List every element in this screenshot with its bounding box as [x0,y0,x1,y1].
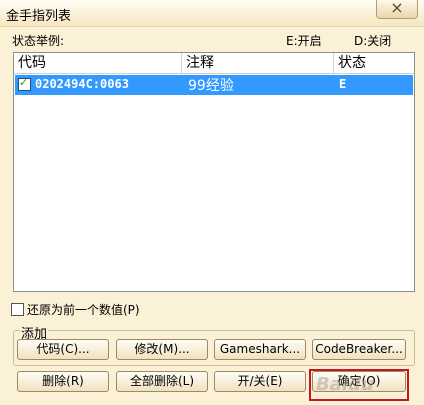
close-button[interactable]: × [376,0,418,19]
delete-all-button[interactable]: 全部删除(L) [116,371,208,392]
window-title: 金手指列表 [6,9,72,24]
row-comment: 99经验 [188,78,234,94]
row-checkbox[interactable] [18,76,31,91]
row-code: 0202494C:0063 [35,77,129,91]
restore-checkbox-label: 还原为前一个数值(P) [27,303,140,317]
close-icon: × [390,0,404,17]
delete-button[interactable]: 删除(R) [17,371,109,392]
status-legend-label: 状态举例: [12,34,65,48]
status-legend-disabled: D:关闭 [354,34,392,48]
restore-checkbox[interactable] [11,303,24,316]
title-bar: 金手指列表 × [0,0,424,27]
column-header-status[interactable]: 状态 [334,53,414,74]
column-header-comment[interactable]: 注释 [182,53,334,74]
gameshark-button[interactable]: Gameshark... [214,339,306,360]
status-legend-enabled: E:开启 [286,34,322,48]
row-status: E [339,77,347,91]
toggle-button[interactable]: 开/关(E) [214,371,306,392]
list-item[interactable]: 0202494C:0063 99经验 E [15,75,413,95]
column-header-code[interactable]: 代码 [14,53,182,74]
watermark: Baidu [316,374,374,395]
cheat-list[interactable]: 代码 注释 状态 0202494C:0063 99经验 E [13,52,415,292]
codebreaker-button[interactable]: CodeBreaker... [312,339,406,360]
add-code-button[interactable]: 代码(C)... [17,339,109,360]
edit-button[interactable]: 修改(M)... [116,339,208,360]
